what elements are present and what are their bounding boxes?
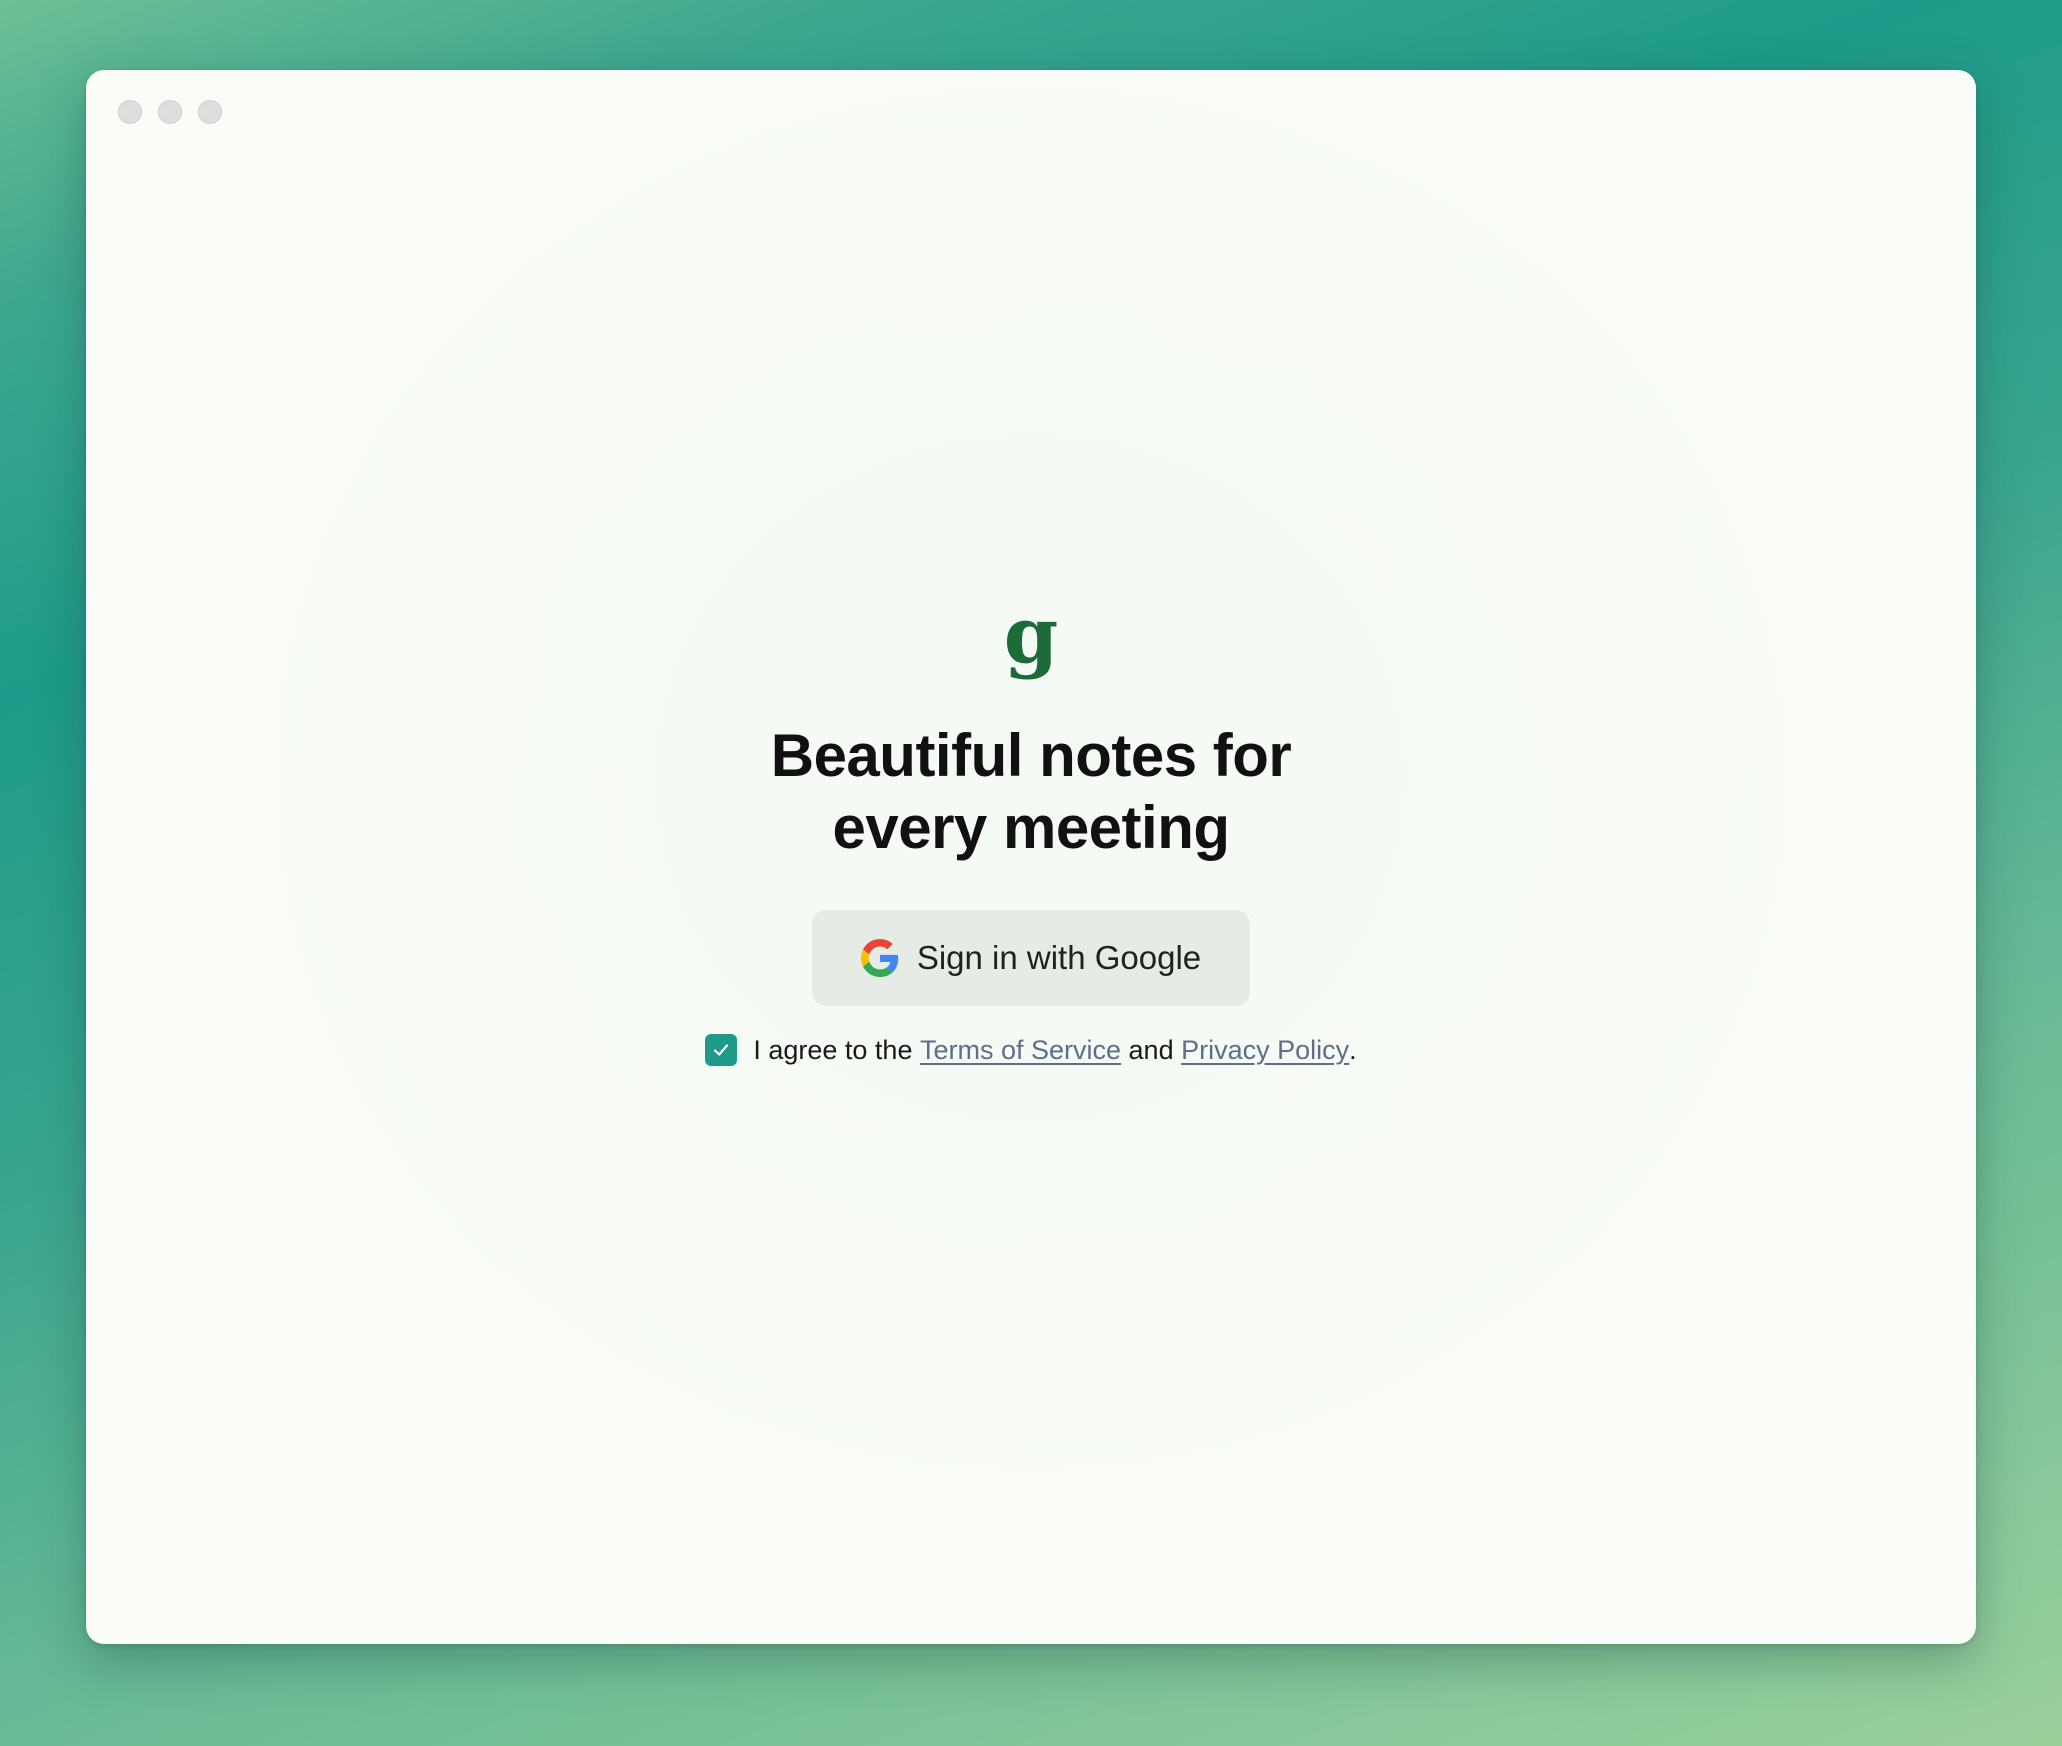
agree-middle-text: and — [1121, 1034, 1182, 1065]
window-controls — [118, 100, 222, 124]
close-window-button[interactable] — [118, 100, 142, 124]
page-title-line-1: Beautiful notes for — [770, 722, 1292, 789]
sign-in-with-google-label: Sign in with Google — [916, 939, 1202, 976]
privacy-policy-link[interactable]: Privacy Policy — [1181, 1035, 1349, 1066]
svg-text:g: g — [1004, 600, 1059, 680]
minimize-window-button[interactable] — [158, 100, 182, 124]
zoom-window-button[interactable] — [198, 100, 222, 124]
terms-agreement: I agree to the Terms of Service and Priv… — [705, 1034, 1357, 1066]
agree-suffix-text: . — [1349, 1034, 1357, 1065]
page-title: Beautiful notes for every meeting — [771, 720, 1292, 864]
google-g-icon — [860, 939, 899, 977]
agree-terms-checkbox[interactable] — [705, 1034, 738, 1066]
granola-g-logo-icon: g — [1004, 600, 1059, 680]
agree-prefix-text: I agree to the — [753, 1034, 920, 1065]
page-title-line-2: every meeting — [832, 794, 1230, 861]
checkmark-icon — [714, 1044, 729, 1056]
app-window: g Beautiful notes for every meeting Sign… — [86, 70, 1976, 1644]
sign-in-with-google-button[interactable]: Sign in with Google — [812, 910, 1250, 1006]
signin-panel: g Beautiful notes for every meeting Sign… — [86, 600, 1976, 1066]
terms-of-service-link[interactable]: Terms of Service — [920, 1035, 1121, 1066]
